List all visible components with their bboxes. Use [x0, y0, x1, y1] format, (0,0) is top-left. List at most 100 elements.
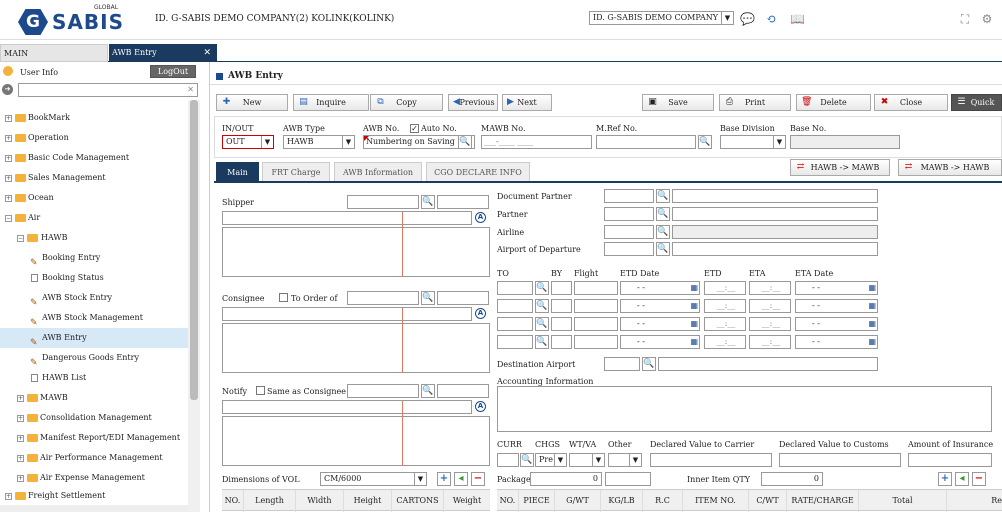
curr-input[interactable] — [497, 453, 519, 467]
fullscreen-icon[interactable]: ⛶ — [958, 12, 972, 26]
calendar-icon[interactable]: ▦ — [690, 318, 698, 330]
auto-no-checkbox[interactable]: ✓ — [410, 124, 419, 133]
wtva-select[interactable]: ▼ — [569, 453, 605, 467]
calendar-icon[interactable]: ▦ — [690, 336, 698, 348]
route-etd-input[interactable]: __:__ — [704, 281, 746, 295]
route-to-input[interactable] — [497, 299, 533, 313]
new-button[interactable]: ✚ New — [216, 94, 288, 111]
search-icon[interactable]: 🔍 — [642, 357, 656, 371]
expand-icon[interactable]: + — [17, 475, 24, 482]
shipper-code-input[interactable] — [347, 195, 419, 209]
address-a-icon[interactable]: A — [475, 401, 486, 412]
gsabis-logo[interactable]: G SABIS GLOBAL — [18, 4, 123, 37]
print-button[interactable]: ⎙ Print — [719, 94, 791, 111]
search-icon[interactable]: 🔍 — [535, 299, 549, 313]
search-icon[interactable]: 🔍 — [520, 453, 534, 467]
sidebar-item-booking-status[interactable]: Booking Status — [0, 268, 188, 288]
copy-button[interactable]: ⧉ Copy — [370, 94, 443, 111]
delete-button[interactable]: 🗑 Delete — [796, 94, 871, 111]
sidebar-item-air-performance[interactable]: + Air Performance Management — [0, 448, 188, 468]
notify-name-short-input[interactable] — [437, 384, 489, 398]
dimensions-select[interactable]: CM/6000 ▼ — [320, 472, 427, 486]
document-partner-name-input[interactable] — [672, 189, 878, 203]
sidebar-item-air-expense[interactable]: + Air Expense Management — [0, 468, 188, 488]
remove-row-icon[interactable]: − — [972, 472, 986, 486]
route-etd-date-input[interactable]: - - ▦ — [620, 335, 700, 349]
sidebar-item-hawb[interactable]: − HAWB — [0, 228, 188, 248]
logout-button[interactable]: LogOut — [150, 65, 196, 78]
route-eta-input[interactable]: __:__ — [749, 281, 791, 295]
route-flight-input[interactable] — [574, 281, 618, 295]
subtab-frt-charge[interactable]: FRT Charge — [262, 162, 330, 182]
shipper-name-short-input[interactable] — [437, 195, 489, 209]
manual-icon[interactable]: 📖 — [790, 12, 805, 26]
collapse-icon[interactable]: − — [17, 235, 24, 242]
document-partner-code-input[interactable] — [604, 189, 654, 203]
arrow-right-icon[interactable]: ➜ — [2, 84, 13, 95]
inquire-button[interactable]: ▤ Inquire — [293, 94, 369, 111]
save-button[interactable]: ▣ Save — [642, 94, 714, 111]
destination-airport-name-input[interactable] — [658, 357, 878, 371]
route-flight-input[interactable] — [574, 299, 618, 313]
declared-carrier-input[interactable] — [650, 453, 772, 467]
route-eta-date-input[interactable]: - - ▦ — [795, 317, 878, 331]
destination-airport-code-input[interactable] — [604, 357, 640, 371]
notify-address-textarea[interactable] — [222, 416, 490, 466]
collapse-icon[interactable]: − — [5, 215, 12, 222]
route-eta-input[interactable]: __:__ — [749, 299, 791, 313]
insert-row-icon[interactable]: ◂ — [454, 472, 468, 486]
expand-icon[interactable]: + — [17, 395, 24, 402]
partner-name-input[interactable] — [672, 207, 878, 221]
mawb-no-input[interactable]: ___-____ ____ — [481, 135, 592, 149]
route-flight-input[interactable] — [574, 317, 618, 331]
chgs-select[interactable]: Pre ▼ — [535, 453, 567, 467]
search-icon[interactable]: 🔍 — [656, 207, 670, 221]
calendar-icon[interactable]: ▦ — [868, 282, 876, 294]
notify-code-input[interactable] — [347, 384, 419, 398]
consignee-name-short-input[interactable] — [437, 291, 489, 305]
calendar-icon[interactable]: ▦ — [690, 300, 698, 312]
route-to-input[interactable] — [497, 335, 533, 349]
expand-icon[interactable]: + — [5, 195, 12, 202]
sidebar-item-awb-stock-entry[interactable]: ✎ AWB Stock Entry — [0, 288, 188, 308]
airport-departure-name-input[interactable] — [672, 242, 878, 256]
sidebar-item-sales[interactable]: + Sales Management — [0, 168, 188, 188]
search-icon[interactable]: 🔍 — [421, 291, 435, 305]
route-etd-input[interactable]: __:__ — [704, 335, 746, 349]
route-by-input[interactable] — [551, 281, 572, 295]
previous-button[interactable]: ◀ Previous — [448, 94, 498, 111]
sidebar-item-operation[interactable]: + Operation — [0, 128, 188, 148]
address-a-icon[interactable]: A — [475, 308, 486, 319]
expand-icon[interactable]: + — [17, 435, 24, 442]
route-eta-input[interactable]: __:__ — [749, 317, 791, 331]
route-by-input[interactable] — [551, 335, 572, 349]
search-icon[interactable]: 🔍 — [656, 189, 670, 203]
inout-select[interactable]: OUT ▼ — [222, 135, 274, 149]
sidebar-item-dangerous-goods[interactable]: ✎ Dangerous Goods Entry — [0, 348, 188, 368]
route-by-input[interactable] — [551, 317, 572, 331]
mawb-to-hawb-button[interactable]: ⇄ MAWB -> HAWB — [898, 159, 1002, 176]
subtab-main[interactable]: Main — [216, 162, 259, 182]
next-button[interactable]: ▶ Next — [502, 94, 552, 111]
expand-icon[interactable]: + — [5, 155, 12, 162]
subtab-awb-information[interactable]: AWB Information — [334, 162, 422, 182]
consignee-address-textarea[interactable] — [222, 323, 490, 373]
other-select[interactable]: ▼ — [608, 453, 642, 467]
calendar-icon[interactable]: ▦ — [690, 282, 698, 294]
route-etd-date-input[interactable]: - - ▦ — [620, 281, 700, 295]
search-icon[interactable]: 🔍 — [535, 335, 549, 349]
tab-awb-entry[interactable]: AWB Entry ✕ — [109, 44, 217, 62]
expand-icon[interactable]: + — [5, 493, 12, 500]
search-icon[interactable]: 🔍 — [656, 242, 670, 256]
search-icon[interactable]: 🔍 — [535, 317, 549, 331]
tab-main[interactable]: MAIN — [0, 44, 108, 62]
sidebar-item-awb-entry[interactable]: ✎ AWB Entry — [0, 328, 188, 348]
clear-icon[interactable]: ✕ — [187, 84, 194, 96]
airport-departure-code-input[interactable] — [604, 242, 654, 256]
history-icon[interactable]: ⟲ — [764, 12, 778, 26]
sidebar-item-ocean[interactable]: + Ocean — [0, 188, 188, 208]
package-input[interactable]: 0 — [530, 472, 602, 486]
sidebar-item-manifest[interactable]: + Manifest Report/EDI Management — [0, 428, 188, 448]
route-to-input[interactable] — [497, 317, 533, 331]
sidebar-item-bookmark[interactable]: + BookMark — [0, 108, 188, 128]
